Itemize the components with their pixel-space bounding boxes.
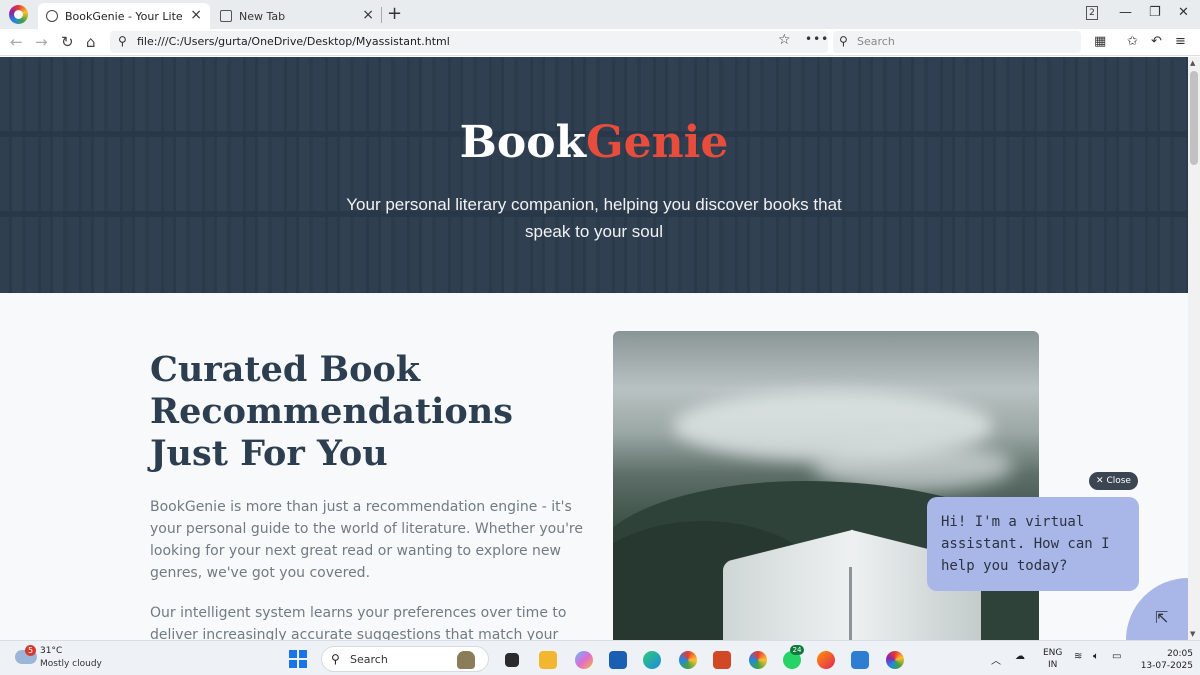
search-box[interactable]: ⚲ Search (833, 31, 1081, 53)
misty-forest-book-image (613, 331, 1039, 640)
scroll-thumb[interactable] (1190, 71, 1198, 165)
tab-title: New Tab (239, 9, 286, 23)
battery-icon[interactable]: ▭ (1112, 651, 1121, 662)
language-indicator[interactable]: ENG (1043, 648, 1062, 658)
chrome-icon[interactable] (679, 651, 697, 669)
hero-overlay (0, 57, 1188, 293)
url-text[interactable]: file:///C:/Users/gurta/OneDrive/Desktop/… (137, 35, 450, 48)
page-viewport: BookGenie Your personal literary compani… (0, 57, 1188, 640)
weather-temperature[interactable]: 31°C (40, 646, 62, 656)
start-windows-icon[interactable] (289, 650, 307, 668)
apps-grid-icon[interactable]: ▦ (1094, 34, 1106, 49)
back-icon[interactable]: ← (10, 32, 23, 52)
tab-count-icon[interactable]: 2 (1086, 6, 1098, 20)
address-bar[interactable]: ⚲ file:///C:/Users/gurta/OneDrive/Deskto… (110, 31, 828, 53)
brand-accent: Genie (586, 117, 729, 168)
notepad-icon[interactable] (851, 651, 869, 669)
search-placeholder: Search (857, 35, 895, 48)
region-indicator[interactable]: IN (1048, 660, 1057, 670)
scroll-up-icon[interactable]: ▲ (1190, 59, 1195, 67)
tab-bookgenie[interactable]: BookGenie - Your Literary Co × (38, 3, 210, 29)
task-view-icon[interactable] (505, 653, 519, 667)
system-clock[interactable]: 20:05 13-07-2025 (1133, 648, 1193, 672)
reload-icon[interactable]: ↻ (61, 32, 74, 52)
browser-logo-icon[interactable] (9, 5, 28, 24)
intro-paragraph-2: Our intelligent system learns your prefe… (150, 605, 567, 640)
powerpoint-icon[interactable] (713, 651, 731, 669)
chrome-profile-icon[interactable] (749, 651, 767, 669)
search-icon: ⚲ (839, 34, 848, 48)
firefox-icon[interactable] (817, 651, 835, 669)
copilot-icon[interactable] (575, 651, 593, 669)
page-scrollbar[interactable]: ▲ ▼ (1188, 57, 1200, 640)
intro-paragraph: BookGenie is more than just a recommenda… (150, 499, 583, 581)
minimize-icon[interactable]: — (1119, 5, 1132, 20)
new-tab-page-icon (220, 10, 232, 22)
search-highlight-icon[interactable] (457, 651, 475, 669)
edge-icon[interactable] (643, 651, 661, 669)
clock-date: 13-07-2025 (1140, 661, 1193, 671)
browser-toolbar: ← → ↻ ⌂ ⚲ file:///C:/Users/gurta/OneDriv… (0, 29, 1200, 56)
browser-tab-strip: BookGenie - Your Literary Co × New Tab ×… (0, 0, 1200, 29)
home-icon[interactable]: ⌂ (86, 32, 96, 52)
history-icon[interactable]: ↶ (1151, 34, 1162, 49)
close-tab-icon[interactable]: × (190, 8, 202, 22)
taskbar-search-label: Search (350, 653, 388, 666)
section-headline: Curated Book Recommendations Just For Yo… (150, 349, 513, 474)
whatsapp-badge: 24 (790, 645, 804, 655)
scroll-down-icon[interactable]: ▼ (1190, 630, 1195, 638)
close-tab-icon[interactable]: × (362, 8, 374, 22)
more-icon[interactable]: ••• (805, 32, 829, 46)
tab-title: BookGenie - Your Literary Co (65, 9, 183, 23)
tab-divider (381, 7, 382, 23)
onedrive-icon[interactable]: ☁ (1015, 651, 1025, 662)
weather-badge: 5 (25, 645, 36, 656)
wifi-icon[interactable]: ≋ (1074, 651, 1082, 662)
browser-app-icon[interactable] (886, 651, 904, 669)
hero-banner: BookGenie Your personal literary compani… (0, 57, 1188, 293)
brand-main: Book (459, 117, 587, 168)
weather-description[interactable]: Mostly cloudy (40, 659, 102, 669)
show-hidden-icons-icon[interactable]: ︿ (991, 652, 1001, 667)
globe-icon (46, 10, 58, 22)
store-icon[interactable] (609, 651, 627, 669)
clock-time: 20:05 (1167, 649, 1193, 659)
windows-taskbar: 5 31°C Mostly cloudy ⚲ Search 24 ︿ ☁ ENG… (0, 640, 1200, 675)
volume-icon[interactable]: 🔈︎ (1093, 651, 1099, 662)
chat-greeting-bubble: Hi! I'm a virtual assistant. How can I h… (927, 497, 1139, 591)
file-explorer-icon[interactable] (539, 651, 557, 669)
favorites-icon[interactable]: ✩ (1127, 34, 1138, 49)
chat-open-icon[interactable]: ⇱ (1155, 608, 1168, 627)
brand-logo: BookGenie (0, 117, 1188, 168)
new-tab-button[interactable]: + (387, 4, 402, 24)
bookmark-star-icon[interactable]: ☆ (778, 32, 791, 48)
tab-new-tab[interactable]: New Tab × (212, 3, 382, 29)
search-icon: ⚲ (118, 34, 127, 48)
chat-close-button[interactable]: ✕ Close (1089, 472, 1138, 490)
restore-icon[interactable]: ❐ (1149, 5, 1161, 20)
hero-tagline: Your personal literary companion, helpin… (346, 195, 842, 241)
menu-icon[interactable]: ≡ (1175, 34, 1186, 49)
forward-icon[interactable]: → (35, 32, 48, 52)
chat-close-label: Close (1106, 476, 1131, 486)
search-icon: ⚲ (331, 652, 340, 666)
close-window-icon[interactable]: ✕ (1178, 5, 1189, 20)
